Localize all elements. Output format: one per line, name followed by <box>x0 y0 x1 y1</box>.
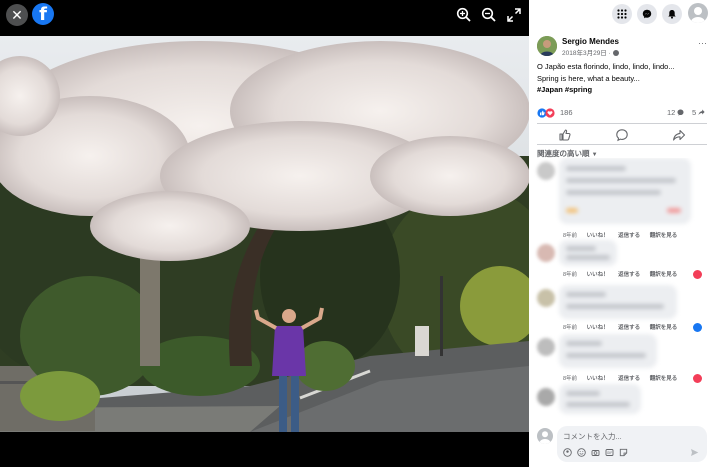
reaction-icons[interactable] <box>537 108 557 118</box>
more-options-icon[interactable]: ··· <box>698 38 707 48</box>
comment-translate-link[interactable]: 翻訳を見る <box>650 374 678 382</box>
viewer-toolbar: ✕ f <box>0 0 529 36</box>
post-actions <box>529 126 714 144</box>
facebook-logo[interactable]: f <box>32 3 54 25</box>
comment-reply-link[interactable]: 返信する <box>618 323 640 331</box>
commenter-avatar[interactable] <box>537 244 555 262</box>
reaction-count[interactable]: 186 <box>560 108 573 117</box>
camera-icon[interactable] <box>591 448 600 457</box>
comment-composer: コメントを入力... GIF <box>529 420 714 467</box>
comment-bubble-blurred <box>559 384 641 414</box>
post-header: Sergio Mendes 2018年3月29日 · ··· <box>537 36 707 62</box>
gif-icon[interactable]: GIF <box>605 448 614 457</box>
top-nav <box>529 0 714 28</box>
comment-reply-link[interactable]: 返信する <box>618 374 640 382</box>
comment-meta: 8年前 いいね！ 返信する 翻訳を見る <box>563 231 685 239</box>
post-date[interactable]: 2018年3月29日 · <box>562 47 619 57</box>
comment-reply-link[interactable]: 返信する <box>618 270 640 278</box>
comment-input-placeholder: コメントを入力... <box>563 432 622 441</box>
author-avatar[interactable] <box>537 36 557 56</box>
caption-line-2: Spring is here, what a beauty... <box>537 73 640 83</box>
commenter-avatar[interactable] <box>537 388 555 406</box>
caption-line-1: O Japão esta florindo, lindo, lindo, lin… <box>537 62 675 71</box>
comment-sort-label[interactable]: 関連度の高い順 <box>537 149 590 158</box>
comment-translate-link[interactable]: 翻訳を見る <box>650 323 678 331</box>
comment-count-icon <box>677 109 684 116</box>
post-caption: O Japão esta florindo, lindo, lindo, lin… <box>537 61 709 96</box>
svg-text:GIF: GIF <box>607 451 612 455</box>
share-icon[interactable] <box>672 128 686 142</box>
post-panel: Sergio Mendes 2018年3月29日 · ··· O Japão e… <box>529 0 714 467</box>
globe-icon <box>612 49 619 56</box>
comment-bubble-blurred <box>559 240 617 266</box>
comment-bubble-blurred <box>559 285 677 319</box>
comment-meta: 8年前 いいね！ 返信する 翻訳を見る <box>563 323 685 331</box>
comment-bubble-blurred <box>559 334 657 368</box>
comment-translate-link[interactable]: 翻訳を見る <box>650 270 678 278</box>
comment-count-value[interactable]: 12 <box>667 108 675 117</box>
bell-icon[interactable] <box>662 4 682 24</box>
commenter-avatar[interactable] <box>537 162 555 180</box>
comment-time[interactable]: 8年前 <box>563 270 577 278</box>
love-reaction-icon[interactable] <box>693 270 702 279</box>
author-name[interactable]: Sergio Mendes <box>562 37 619 46</box>
emoji-icon[interactable] <box>577 448 586 457</box>
fullscreen-icon[interactable] <box>505 6 523 24</box>
post-date-text[interactable]: 2018年3月29日 · <box>562 50 613 57</box>
zoom-in-icon[interactable] <box>455 6 473 24</box>
hashtags[interactable]: #Japan #spring <box>537 84 709 96</box>
close-icon[interactable]: ✕ <box>6 4 28 26</box>
comment-like-link[interactable]: いいね！ <box>587 323 609 331</box>
post-photo[interactable] <box>0 36 529 432</box>
my-avatar <box>537 428 553 444</box>
comment-input[interactable]: コメントを入力... GIF <box>557 426 707 462</box>
send-icon[interactable] <box>690 448 699 457</box>
comment-meta: 8年前 いいね！ 返信する 翻訳を見る <box>563 270 685 278</box>
comment-like-link[interactable]: いいね！ <box>587 270 609 278</box>
comment-time[interactable]: 8年前 <box>563 231 577 239</box>
divider <box>537 144 707 145</box>
comment-icon[interactable] <box>615 128 629 142</box>
share-count-value[interactable]: 5 <box>692 108 696 117</box>
love-reaction-icon[interactable] <box>693 374 702 383</box>
menu-grid-icon[interactable] <box>612 4 632 24</box>
share-count[interactable]: 5 <box>692 108 705 117</box>
photo-viewer: ✕ f <box>0 0 529 467</box>
comment-like-link[interactable]: いいね！ <box>587 374 609 382</box>
comment-time[interactable]: 8年前 <box>563 323 577 331</box>
share-count-icon <box>698 109 705 115</box>
comment-reply-link[interactable]: 返信する <box>618 231 640 239</box>
comment-meta: 8年前 いいね！ 返信する 翻訳を見る <box>563 374 685 382</box>
comment-bubble-blurred <box>559 158 691 224</box>
like-reaction-icon[interactable] <box>693 323 702 332</box>
commenter-avatar[interactable] <box>537 338 555 356</box>
zoom-out-icon[interactable] <box>480 6 498 24</box>
commenter-avatar[interactable] <box>537 289 555 307</box>
comment-like-link[interactable]: いいね！ <box>587 231 609 239</box>
messenger-icon[interactable] <box>637 4 657 24</box>
comment-time[interactable]: 8年前 <box>563 374 577 382</box>
comment-list: 8年前 いいね！ 返信する 翻訳を見る 8年前 いいね！ 返信する 翻訳を見る <box>529 158 714 420</box>
divider <box>537 123 707 124</box>
avatar-sticker-icon[interactable] <box>563 448 572 457</box>
comment-count[interactable]: 12 <box>667 108 684 117</box>
comment-translate-link[interactable]: 翻訳を見る <box>650 231 678 239</box>
sticker-icon[interactable] <box>619 448 628 457</box>
reaction-bar: 186 12 5 <box>537 107 707 119</box>
account-icon[interactable] <box>688 3 708 23</box>
like-icon[interactable] <box>558 128 572 142</box>
